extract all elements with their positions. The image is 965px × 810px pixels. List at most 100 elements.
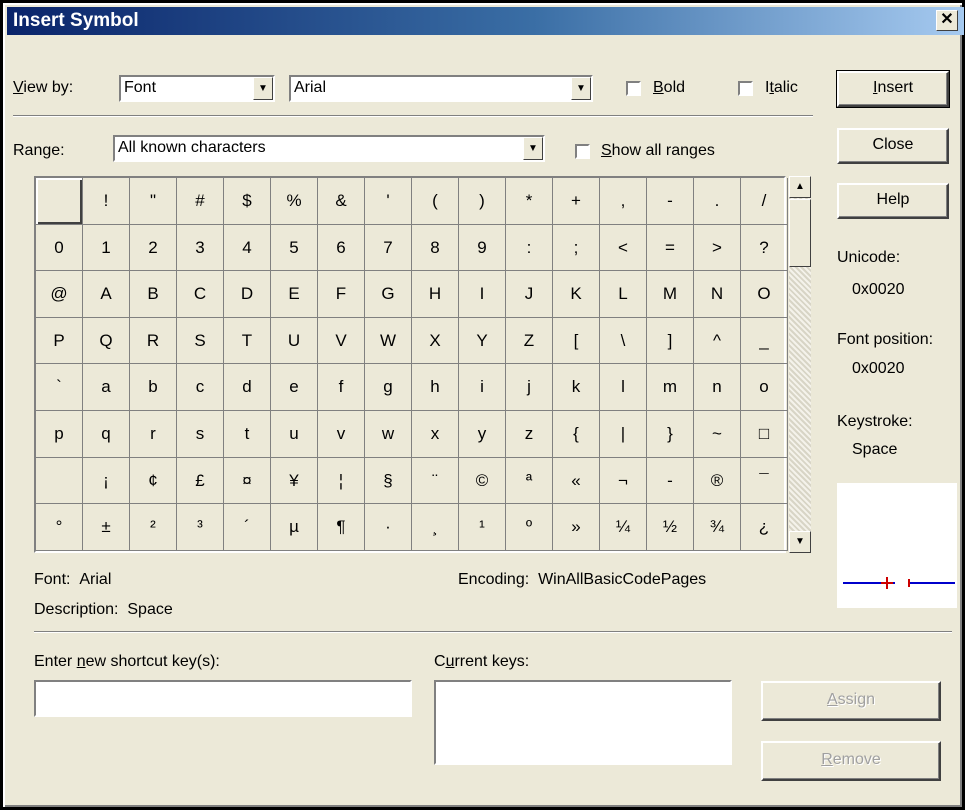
scroll-down-icon[interactable]: ▼: [789, 531, 811, 553]
symbol-cell[interactable]: º: [506, 504, 553, 551]
symbol-cell[interactable]: u: [271, 410, 318, 458]
symbol-cell[interactable]: F: [318, 271, 365, 318]
symbol-cell[interactable]: p: [36, 410, 83, 458]
symbol-cell[interactable]: £: [177, 457, 224, 505]
symbol-cell[interactable]: §: [365, 457, 412, 505]
insert-button[interactable]: Insert: [836, 70, 950, 108]
symbol-cell[interactable]: &: [318, 178, 365, 225]
symbol-cell[interactable]: ¤: [224, 457, 271, 505]
symbol-cell[interactable]: ©: [459, 457, 506, 505]
symbol-cell[interactable]: Y: [459, 317, 506, 365]
symbol-cell[interactable]: 2: [130, 224, 177, 272]
italic-label[interactable]: Italic: [765, 79, 798, 97]
symbol-cell[interactable]: {: [553, 410, 600, 458]
symbol-cell[interactable]: q: [83, 410, 130, 458]
symbol-cell[interactable]: 8: [412, 224, 459, 272]
close-window-button[interactable]: ✕: [936, 10, 958, 31]
symbol-cell[interactable]: >: [694, 224, 741, 272]
symbol-cell[interactable]: H: [412, 271, 459, 318]
symbol-cell[interactable]: c: [177, 364, 224, 411]
italic-checkbox[interactable]: [738, 81, 753, 96]
symbol-cell[interactable]: (: [412, 178, 459, 225]
symbol-cell[interactable]: ·: [365, 504, 412, 551]
remove-button[interactable]: Remove: [761, 741, 941, 781]
symbol-cell[interactable]: 0: [36, 224, 83, 272]
symbol-cell[interactable]: ±: [83, 504, 130, 551]
symbol-cell[interactable]: r: [130, 410, 177, 458]
symbol-cell[interactable]: ¯: [741, 457, 788, 505]
symbol-cell[interactable]: 4: [224, 224, 271, 272]
symbol-cell[interactable]: ,: [600, 178, 647, 225]
symbol-cell[interactable]: *: [506, 178, 553, 225]
symbol-cell[interactable]: [36, 178, 83, 225]
symbol-cell[interactable]: i: [459, 364, 506, 411]
chevron-down-icon[interactable]: ▼: [523, 137, 543, 160]
symbol-cell[interactable]: }: [647, 410, 694, 458]
symbol-cell[interactable]: n: [694, 364, 741, 411]
symbol-cell[interactable]: @: [36, 271, 83, 318]
symbol-cell[interactable]: °: [36, 504, 83, 551]
show-all-ranges-checkbox[interactable]: [575, 144, 590, 159]
symbol-cell[interactable]: 1: [83, 224, 130, 272]
title-bar[interactable]: Insert Symbol ✕: [7, 7, 964, 35]
symbol-cell[interactable]: ^: [694, 317, 741, 365]
symbol-cell[interactable]: I: [459, 271, 506, 318]
symbol-cell[interactable]: ;: [553, 224, 600, 272]
bold-checkbox[interactable]: [626, 81, 641, 96]
symbol-cell[interactable]: ¥: [271, 457, 318, 505]
symbol-cell[interactable]: ¼: [600, 504, 647, 551]
symbol-cell[interactable]: t: [224, 410, 271, 458]
symbol-cell[interactable]: □: [741, 410, 788, 458]
symbol-cell[interactable]: 3: [177, 224, 224, 272]
symbol-cell[interactable]: .: [694, 178, 741, 225]
symbol-cell[interactable]: g: [365, 364, 412, 411]
symbol-cell[interactable]: L: [600, 271, 647, 318]
scroll-up-icon[interactable]: ▲: [789, 176, 811, 198]
chevron-down-icon[interactable]: ▼: [571, 77, 591, 100]
symbol-cell[interactable]: A: [83, 271, 130, 318]
symbol-cell[interactable]: ¬: [600, 457, 647, 505]
symbol-cell[interactable]: ¾: [694, 504, 741, 551]
symbol-cell[interactable]: ': [365, 178, 412, 225]
symbol-cell[interactable]: P: [36, 317, 83, 365]
symbol-cell[interactable]: ¿: [741, 504, 788, 551]
symbol-cell[interactable]: ~: [694, 410, 741, 458]
symbol-cell[interactable]: $: [224, 178, 271, 225]
symbol-cell[interactable]: ¦: [318, 457, 365, 505]
close-button[interactable]: Close: [837, 128, 949, 164]
symbol-cell[interactable]: %: [271, 178, 318, 225]
symbol-cell[interactable]: j: [506, 364, 553, 411]
symbol-cell[interactable]: N: [694, 271, 741, 318]
symbol-cell[interactable]: ª: [506, 457, 553, 505]
symbol-cell[interactable]: ®: [694, 457, 741, 505]
symbol-cell[interactable]: »: [553, 504, 600, 551]
symbol-cell[interactable]: K: [553, 271, 600, 318]
symbol-cell[interactable]: k: [553, 364, 600, 411]
symbol-cell[interactable]: ¢: [130, 457, 177, 505]
symbol-cell[interactable]: ²: [130, 504, 177, 551]
symbol-cell[interactable]: [: [553, 317, 600, 365]
symbol-cell[interactable]: +: [553, 178, 600, 225]
symbol-cell[interactable]: D: [224, 271, 271, 318]
font-select[interactable]: Arial ▼: [289, 75, 593, 102]
current-keys-list[interactable]: [434, 680, 732, 765]
symbol-cell[interactable]: ¨: [412, 457, 459, 505]
symbol-cell[interactable]: 6: [318, 224, 365, 272]
symbol-cell[interactable]: [36, 457, 83, 505]
symbol-cell[interactable]: ½: [647, 504, 694, 551]
symbol-cell[interactable]: w: [365, 410, 412, 458]
symbol-cell[interactable]: ´: [224, 504, 271, 551]
symbol-cell[interactable]: «: [553, 457, 600, 505]
symbol-cell[interactable]: y: [459, 410, 506, 458]
symbol-cell[interactable]: X: [412, 317, 459, 365]
show-all-ranges-label[interactable]: Show all ranges: [601, 142, 715, 160]
symbol-cell[interactable]: ¸: [412, 504, 459, 551]
symbol-cell[interactable]: -: [647, 178, 694, 225]
symbol-cell[interactable]: f: [318, 364, 365, 411]
symbol-cell[interactable]: l: [600, 364, 647, 411]
symbol-cell[interactable]: C: [177, 271, 224, 318]
symbol-cell[interactable]: U: [271, 317, 318, 365]
symbol-cell[interactable]: ]: [647, 317, 694, 365]
scroll-thumb[interactable]: [789, 199, 811, 267]
symbol-cell[interactable]: M: [647, 271, 694, 318]
